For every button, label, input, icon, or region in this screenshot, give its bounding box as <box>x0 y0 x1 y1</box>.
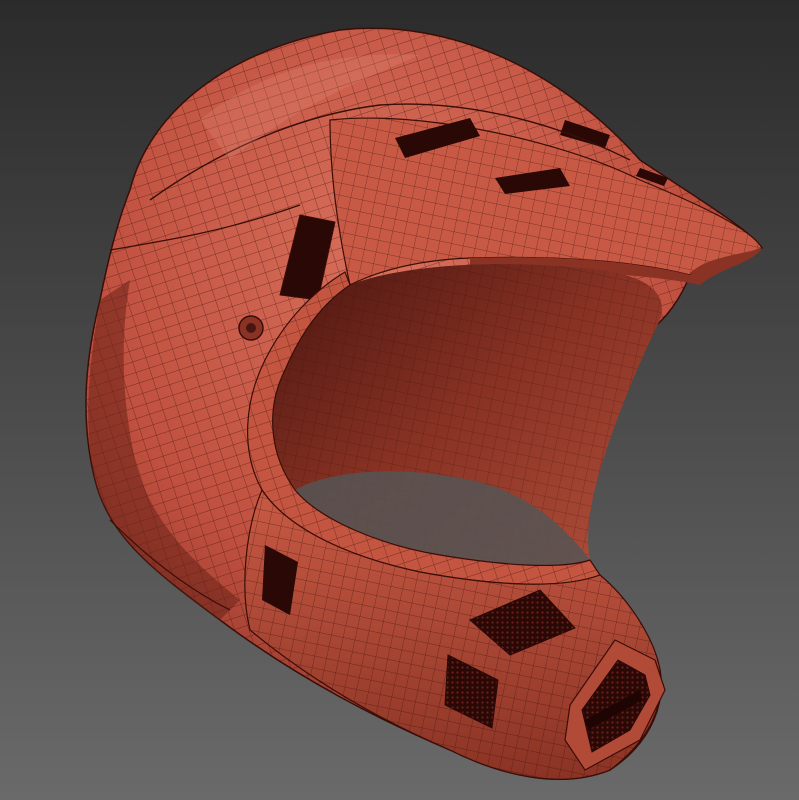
visor-screw-center <box>246 323 256 333</box>
helmet-scene <box>0 0 799 800</box>
viewport-render <box>0 0 799 800</box>
